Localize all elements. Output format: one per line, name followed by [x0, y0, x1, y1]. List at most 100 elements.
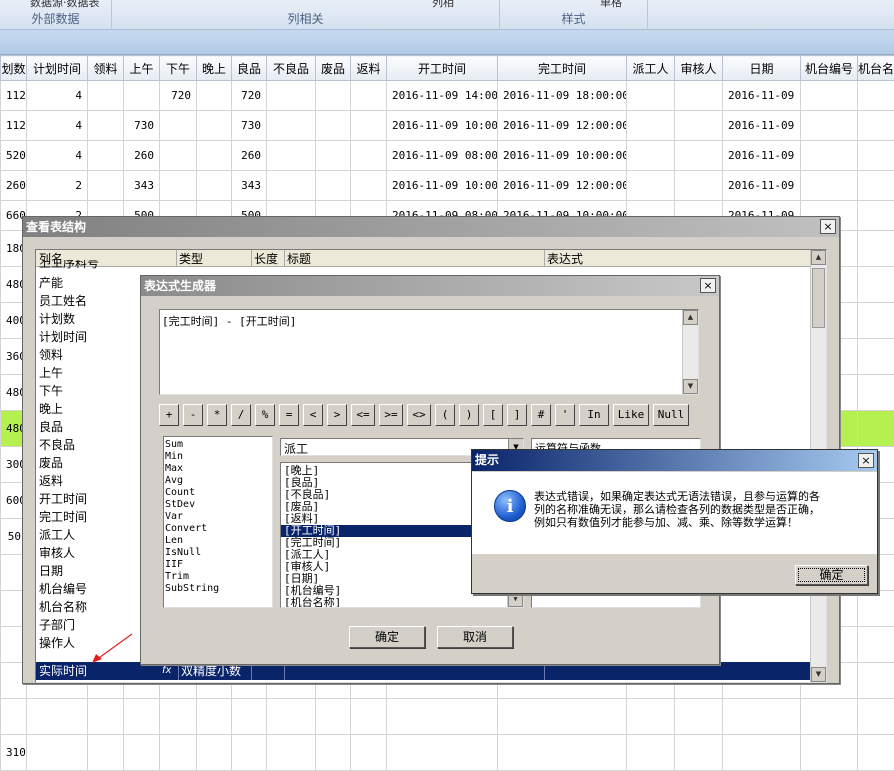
table-cell[interactable]	[316, 171, 351, 201]
list-item[interactable]: 计划数	[36, 310, 156, 328]
column-header[interactable]: 晚上	[197, 56, 232, 81]
table-cell[interactable]	[88, 735, 124, 771]
ribbon-button-fragment[interactable]: 列相	[432, 0, 454, 10]
column-header[interactable]: 日期	[723, 56, 801, 81]
expression-scrollbar[interactable]: ▲ ▼	[682, 310, 698, 394]
table-cell[interactable]: 343	[124, 171, 160, 201]
list-item[interactable]: 返料	[36, 472, 156, 490]
column-header[interactable]: 机台编号	[801, 56, 858, 81]
col-header-expression[interactable]: 表达式	[544, 250, 583, 267]
list-item[interactable]: 领料	[36, 346, 156, 364]
table-cell[interactable]: 4	[27, 141, 88, 171]
table-row[interactable]: 52042602602016-11-09 08:002016-11-09 10:…	[1, 141, 894, 171]
table-cell[interactable]	[858, 735, 894, 771]
operator-button[interactable]: =	[279, 404, 299, 426]
column-header[interactable]: 计划时间	[27, 56, 88, 81]
cancel-button[interactable]: 取消	[437, 626, 513, 648]
table-cell[interactable]	[675, 699, 723, 735]
table-cell[interactable]	[197, 141, 232, 171]
table-cell[interactable]	[801, 171, 858, 201]
table-cell[interactable]	[351, 735, 387, 771]
table-cell[interactable]: 2016-11-09 10:00:00	[498, 141, 627, 171]
table-row[interactable]: 112047307302016-11-09 10:002016-11-09 12…	[1, 111, 894, 141]
function-item[interactable]: Len	[165, 535, 272, 547]
table-cell[interactable]	[124, 699, 160, 735]
function-list[interactable]: SumMinMaxAvgCountStDevVarConvertLenIsNul…	[163, 436, 273, 608]
scroll-up-icon[interactable]: ▲	[811, 250, 826, 265]
table-cell[interactable]	[316, 111, 351, 141]
list-item[interactable]: 良品	[36, 418, 156, 436]
table-cell[interactable]	[197, 81, 232, 111]
operator-button[interactable]: >	[327, 404, 347, 426]
table-cell[interactable]	[723, 735, 801, 771]
table-cell[interactable]: 720	[232, 81, 267, 111]
table-cell[interactable]	[858, 141, 894, 171]
table-cell[interactable]	[387, 735, 498, 771]
list-item[interactable]: 机台名称	[36, 598, 156, 616]
table-cell[interactable]	[801, 735, 858, 771]
operator-button[interactable]: )	[459, 404, 479, 426]
table-cell[interactable]	[316, 735, 351, 771]
list-item[interactable]: 机台编号	[36, 580, 156, 598]
list-item[interactable]: 日期	[36, 562, 156, 580]
table-cell[interactable]	[27, 699, 88, 735]
table-cell[interactable]: 2016-11-09 12:00:00	[498, 111, 627, 141]
operator-button[interactable]: +	[159, 404, 179, 426]
operator-button[interactable]: %	[255, 404, 275, 426]
list-item[interactable]: 员工姓名	[36, 292, 156, 310]
table-cell[interactable]	[627, 735, 675, 771]
col-header-length[interactable]: 长度	[251, 250, 278, 267]
table-cell[interactable]	[351, 141, 387, 171]
table-cell[interactable]: 1120	[1, 111, 27, 141]
table-cell[interactable]	[197, 171, 232, 201]
table-cell[interactable]	[197, 111, 232, 141]
table-cell[interactable]	[267, 141, 316, 171]
function-item[interactable]: SubString	[165, 583, 272, 595]
table-cell[interactable]	[801, 699, 858, 735]
table-cell[interactable]	[160, 141, 197, 171]
table-cell[interactable]	[627, 699, 675, 735]
table-cell[interactable]	[267, 735, 316, 771]
table-row[interactable]	[1, 699, 894, 735]
expression-textarea[interactable]: [完工时间] - [开工时间] ▲ ▼	[159, 309, 699, 395]
column-header[interactable]: 审核人	[675, 56, 723, 81]
operator-button[interactable]: <>	[407, 404, 431, 426]
operator-button[interactable]: >=	[379, 404, 403, 426]
table-cell[interactable]: 2016-11-09 18:00:00	[498, 81, 627, 111]
table-cell[interactable]	[858, 375, 894, 411]
table-cell[interactable]	[124, 735, 160, 771]
operator-button[interactable]: [	[483, 404, 503, 426]
function-item[interactable]: Avg	[165, 475, 272, 487]
table-cell[interactable]	[267, 171, 316, 201]
close-button[interactable]: ×	[700, 278, 716, 293]
table-cell[interactable]	[675, 81, 723, 111]
column-header[interactable]: 派工人	[627, 56, 675, 81]
table-cell[interactable]: 4	[27, 81, 88, 111]
table-cell[interactable]	[675, 171, 723, 201]
ribbon-button-fragment[interactable]: 数据源·数据表	[30, 0, 100, 10]
table-cell[interactable]	[498, 699, 627, 735]
table-cell[interactable]	[316, 141, 351, 171]
table-cell[interactable]	[88, 171, 124, 201]
operator-button[interactable]: -	[183, 404, 203, 426]
function-item[interactable]: StDev	[165, 499, 272, 511]
operator-button[interactable]: In	[579, 404, 609, 426]
list-item[interactable]: 审核人	[36, 544, 156, 562]
table-cell[interactable]	[627, 81, 675, 111]
table-cell[interactable]	[197, 735, 232, 771]
operator-button[interactable]: ]	[507, 404, 527, 426]
function-item[interactable]: Sum	[165, 439, 272, 451]
table-cell[interactable]: 2016-11-09 12:00:00	[498, 171, 627, 201]
table-cell[interactable]: 1120	[1, 81, 27, 111]
table-cell[interactable]	[124, 81, 160, 111]
column-header[interactable]: 完工时间	[498, 56, 627, 81]
table-cell[interactable]	[267, 699, 316, 735]
table-cell[interactable]	[160, 699, 197, 735]
table-cell[interactable]	[232, 699, 267, 735]
list-item[interactable]: 开工时间	[36, 490, 156, 508]
table-cell[interactable]	[160, 171, 197, 201]
table-cell[interactable]: 520	[1, 141, 27, 171]
table-cell[interactable]	[387, 699, 498, 735]
table-cell[interactable]	[675, 735, 723, 771]
table-cell[interactable]	[627, 141, 675, 171]
